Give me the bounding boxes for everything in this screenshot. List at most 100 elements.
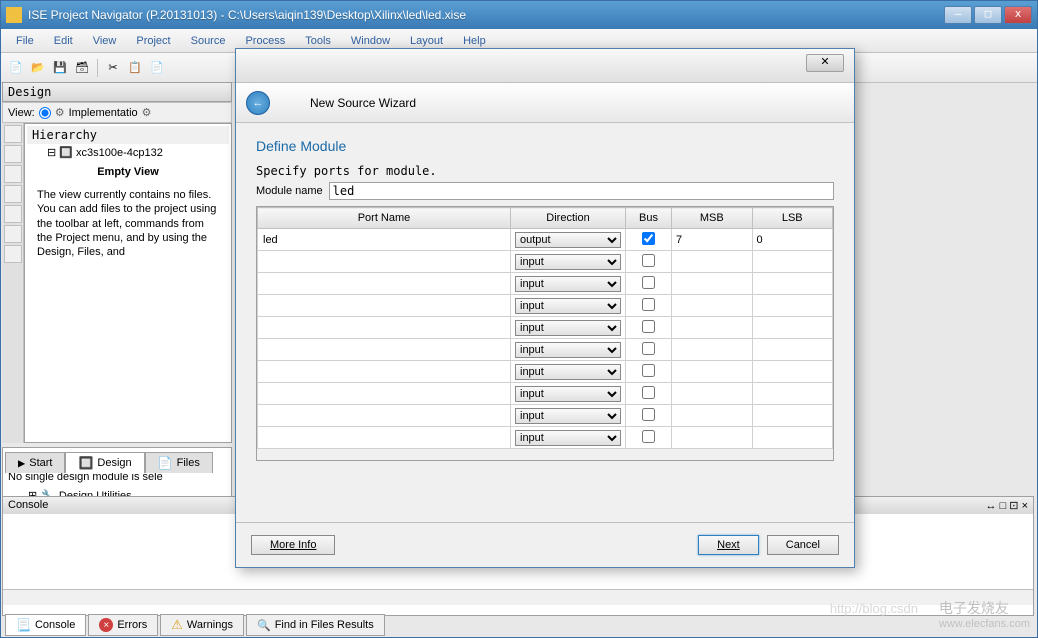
lsb-cell[interactable] xyxy=(752,339,833,361)
hierarchy-tree[interactable]: Hierarchy ⊟ 🔲 xc3s100e-4cp132 Empty View… xyxy=(24,123,232,443)
tab-design[interactable]: 🔲 Design xyxy=(65,452,144,473)
direction-select[interactable]: input output inout xyxy=(515,342,621,358)
next-button[interactable]: Next xyxy=(698,535,759,555)
tab-console[interactable]: 📃 Console xyxy=(5,614,86,636)
direction-select[interactable]: input output inout xyxy=(515,276,621,292)
col-lsb[interactable]: LSB xyxy=(752,208,833,229)
tab-files[interactable]: 📄 Files xyxy=(145,452,213,473)
close-button[interactable]: x xyxy=(1004,6,1032,24)
back-button[interactable]: ← xyxy=(246,91,270,115)
bus-checkbox[interactable] xyxy=(642,342,655,355)
cut-icon[interactable]: ✂ xyxy=(103,58,123,78)
msb-cell[interactable] xyxy=(672,383,753,405)
menu-edit[interactable]: Edit xyxy=(44,32,83,50)
direction-select[interactable]: input output inout xyxy=(515,298,621,314)
tool-icon-2[interactable] xyxy=(4,145,22,163)
port-name-input[interactable] xyxy=(262,321,506,335)
lsb-cell[interactable] xyxy=(752,317,833,339)
direction-select[interactable]: input output inout xyxy=(515,232,621,248)
saveall-icon[interactable]: 🗃 xyxy=(72,58,92,78)
tool-icon-7[interactable] xyxy=(4,245,22,263)
port-name-input[interactable] xyxy=(262,277,506,291)
paste-icon[interactable]: 📄 xyxy=(147,58,167,78)
maximize-button[interactable]: □ xyxy=(974,6,1002,24)
msb-cell[interactable] xyxy=(672,405,753,427)
tool-icon-5[interactable] xyxy=(4,205,22,223)
module-name-input[interactable] xyxy=(329,182,834,200)
msb-cell[interactable] xyxy=(672,251,753,273)
msb-cell[interactable] xyxy=(672,273,753,295)
bus-checkbox[interactable] xyxy=(642,320,655,333)
more-info-button[interactable]: More Info xyxy=(251,535,335,555)
port-name-input[interactable] xyxy=(262,233,506,247)
menu-tools[interactable]: Tools xyxy=(295,32,341,50)
msb-cell[interactable] xyxy=(672,295,753,317)
lsb-cell[interactable] xyxy=(752,427,833,449)
direction-select[interactable]: input output inout xyxy=(515,386,621,402)
port-name-input[interactable] xyxy=(262,431,506,445)
dialog-close-button[interactable]: ✕ xyxy=(806,54,844,72)
menu-window[interactable]: Window xyxy=(341,32,400,50)
msb-cell[interactable] xyxy=(672,427,753,449)
menu-help[interactable]: Help xyxy=(453,32,496,50)
msb-cell[interactable] xyxy=(672,361,753,383)
open-icon[interactable]: 📂 xyxy=(28,58,48,78)
tab-errors[interactable]: × Errors xyxy=(88,614,158,636)
port-name-input[interactable] xyxy=(262,255,506,269)
msb-cell[interactable]: 7 xyxy=(672,229,753,251)
col-msb[interactable]: MSB xyxy=(672,208,753,229)
lsb-cell[interactable] xyxy=(752,361,833,383)
copy-icon[interactable]: 📋 xyxy=(125,58,145,78)
tool-icon-1[interactable] xyxy=(4,125,22,143)
tab-find-results[interactable]: 🔍 Find in Files Results xyxy=(246,614,385,636)
lsb-cell[interactable]: 0 xyxy=(752,229,833,251)
menu-layout[interactable]: Layout xyxy=(400,32,453,50)
port-name-input[interactable] xyxy=(262,387,506,401)
menu-view[interactable]: View xyxy=(83,32,127,50)
save-icon[interactable]: 💾 xyxy=(50,58,70,78)
direction-select[interactable]: input output inout xyxy=(515,254,621,270)
msb-cell[interactable] xyxy=(672,317,753,339)
bus-checkbox[interactable] xyxy=(642,254,655,267)
port-table-container[interactable]: Port Name Direction Bus MSB LSB input ou… xyxy=(256,206,834,461)
bus-checkbox[interactable] xyxy=(642,232,655,245)
col-bus[interactable]: Bus xyxy=(626,208,672,229)
bus-checkbox[interactable] xyxy=(642,364,655,377)
lsb-cell[interactable] xyxy=(752,251,833,273)
bus-checkbox[interactable] xyxy=(642,298,655,311)
direction-select[interactable]: input output inout xyxy=(515,364,621,380)
menu-project[interactable]: Project xyxy=(126,32,180,50)
menu-file[interactable]: File xyxy=(6,32,44,50)
new-icon[interactable]: 📄 xyxy=(6,58,26,78)
tool-icon-6[interactable] xyxy=(4,225,22,243)
console-scrollbar[interactable] xyxy=(3,589,1033,605)
col-direction[interactable]: Direction xyxy=(511,208,626,229)
direction-select[interactable]: input output inout xyxy=(515,320,621,336)
port-name-input[interactable] xyxy=(262,365,506,379)
tool-icon-4[interactable] xyxy=(4,185,22,203)
console-controls[interactable]: ↔ □ ⊡ × xyxy=(986,499,1028,512)
port-name-input[interactable] xyxy=(262,343,506,357)
menu-source[interactable]: Source xyxy=(181,32,236,50)
direction-select[interactable]: input output inout xyxy=(515,408,621,424)
port-name-input[interactable] xyxy=(262,409,506,423)
bus-checkbox[interactable] xyxy=(642,276,655,289)
minimize-button[interactable]: — xyxy=(944,6,972,24)
view-impl-radio[interactable] xyxy=(39,107,51,119)
port-name-input[interactable] xyxy=(262,299,506,313)
cancel-button[interactable]: Cancel xyxy=(767,535,839,555)
direction-select[interactable]: input output inout xyxy=(515,430,621,446)
lsb-cell[interactable] xyxy=(752,295,833,317)
bus-checkbox[interactable] xyxy=(642,386,655,399)
device-node[interactable]: ⊟ 🔲 xc3s100e-4cp132 xyxy=(27,144,229,161)
tab-start[interactable]: ▶ Start xyxy=(5,452,65,473)
lsb-cell[interactable] xyxy=(752,273,833,295)
col-port-name[interactable]: Port Name xyxy=(258,208,511,229)
bus-checkbox[interactable] xyxy=(642,430,655,443)
lsb-cell[interactable] xyxy=(752,405,833,427)
menu-process[interactable]: Process xyxy=(235,32,295,50)
msb-cell[interactable] xyxy=(672,339,753,361)
tool-icon-3[interactable] xyxy=(4,165,22,183)
lsb-cell[interactable] xyxy=(752,383,833,405)
bus-checkbox[interactable] xyxy=(642,408,655,421)
